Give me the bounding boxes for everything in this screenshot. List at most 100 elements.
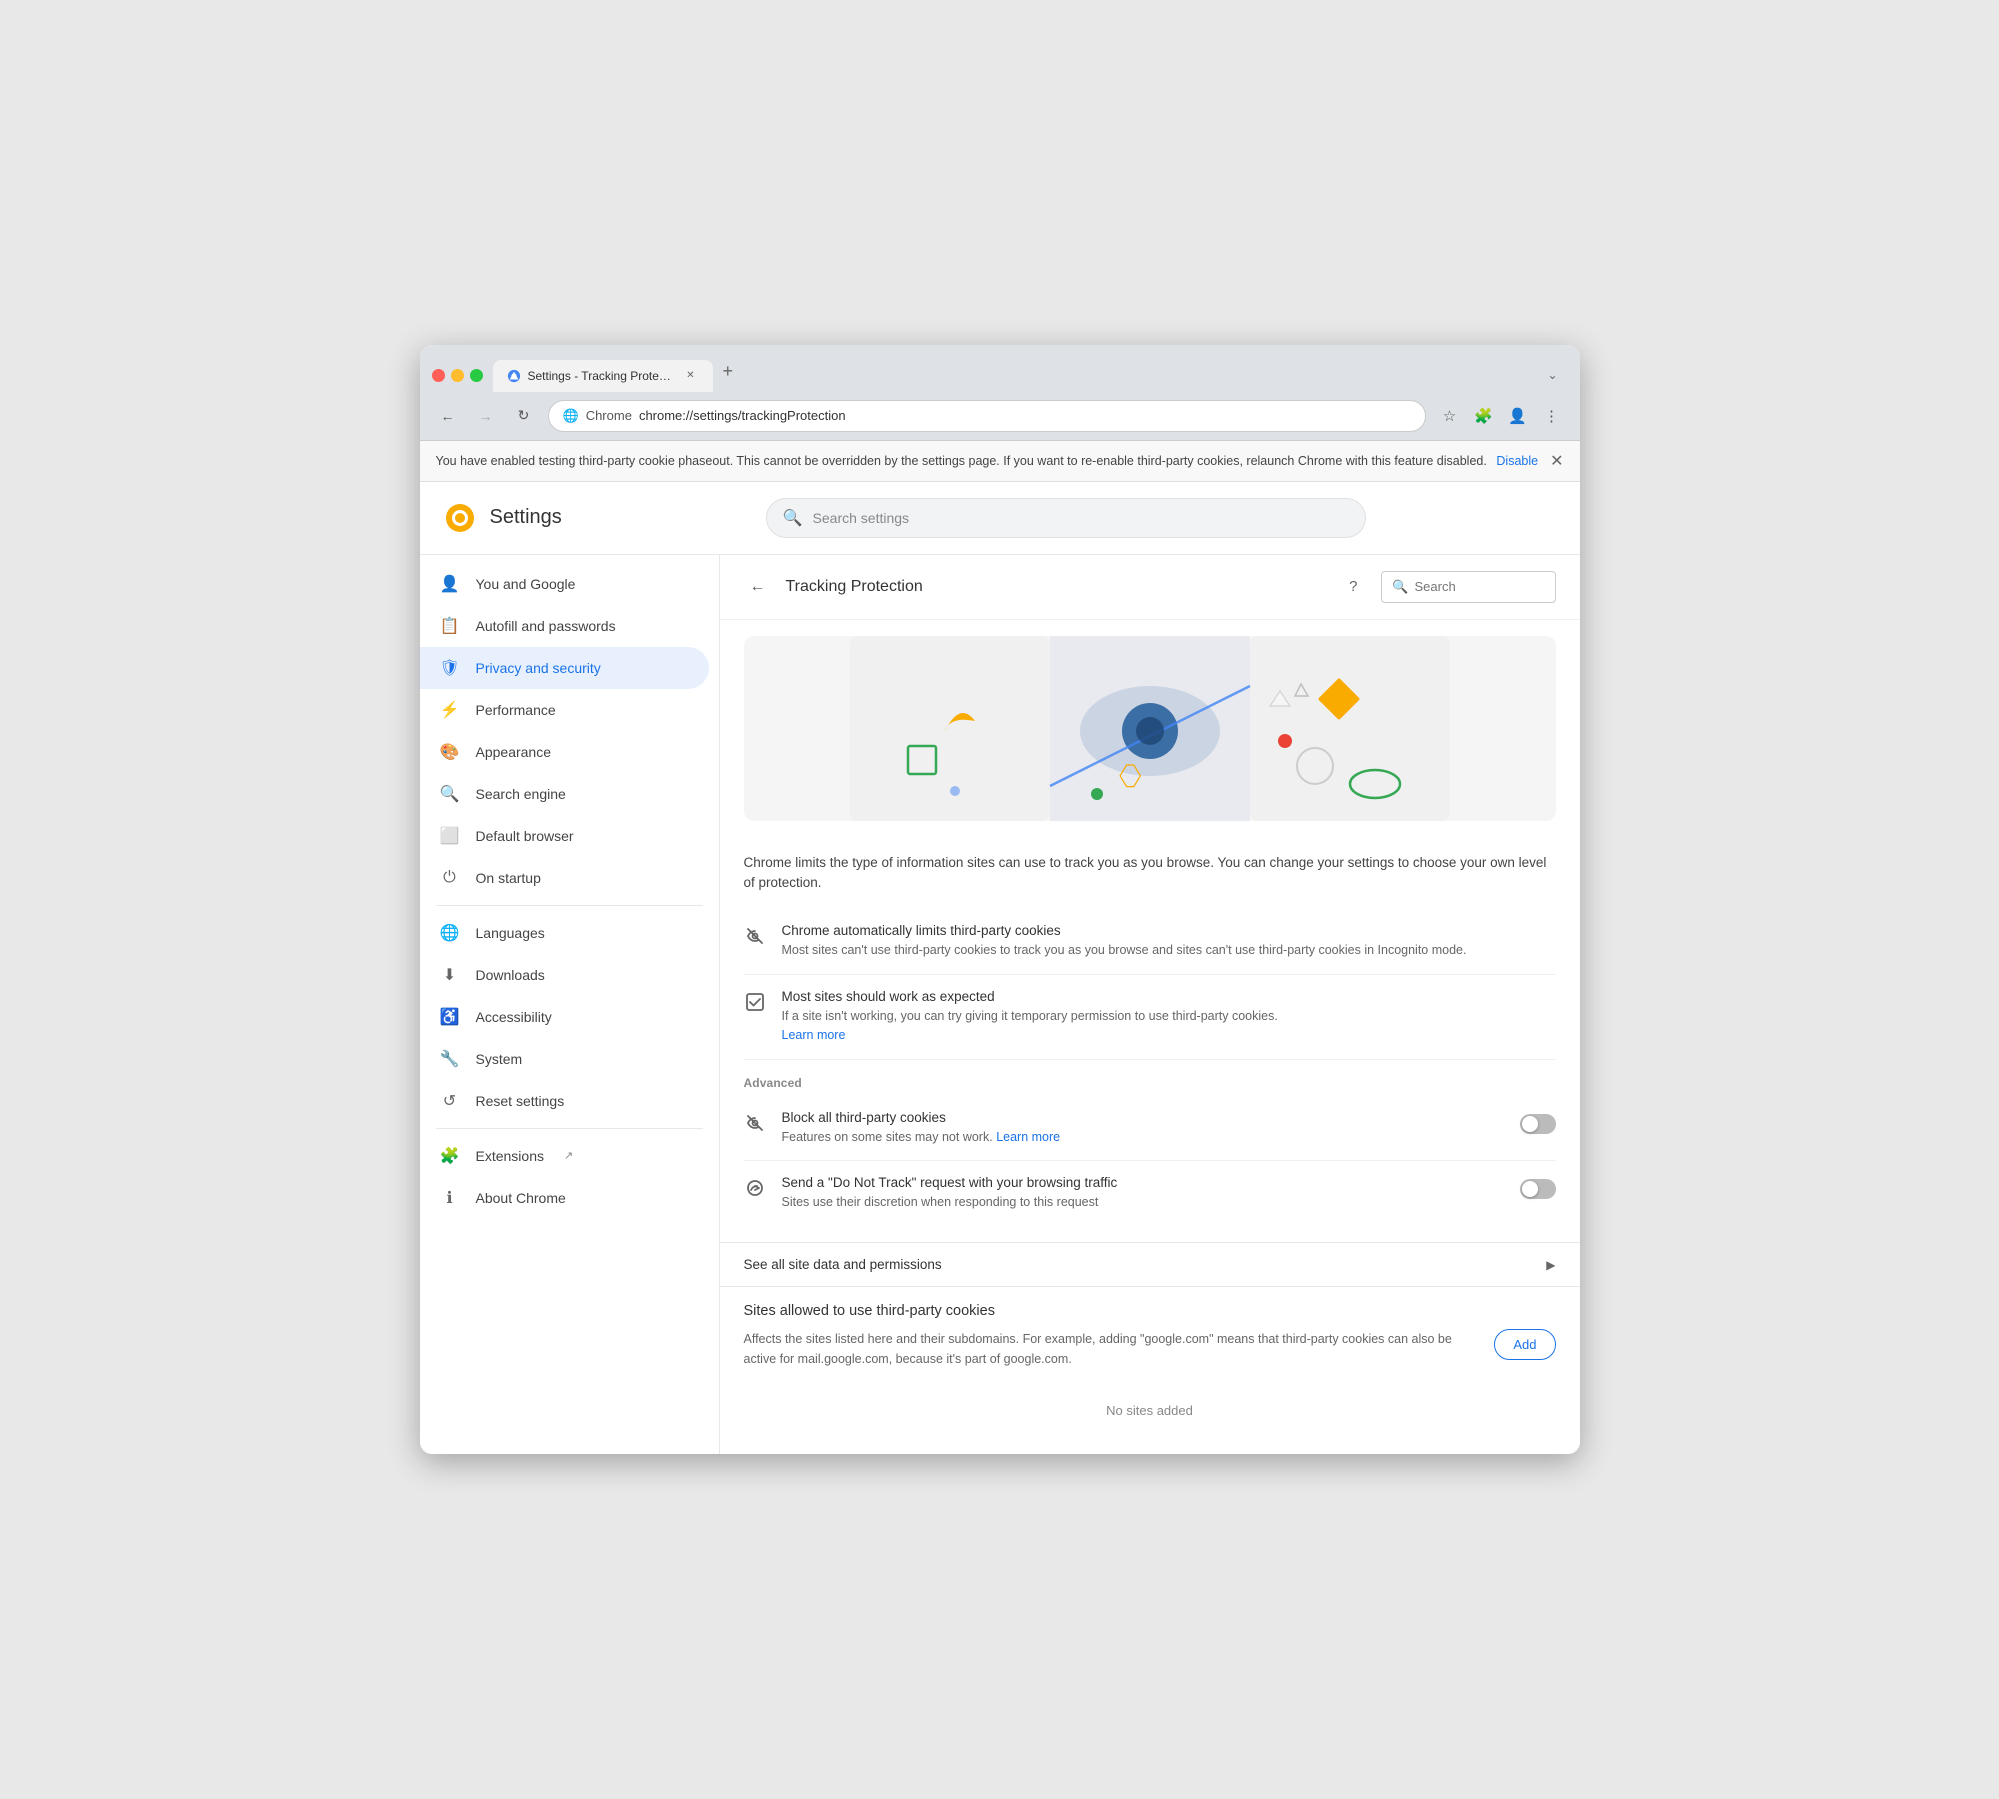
sidebar-divider-2 xyxy=(436,1128,703,1129)
sidebar-divider-1 xyxy=(436,905,703,906)
sidebar-label-languages: Languages xyxy=(476,925,545,941)
sites-header-row: Affects the sites listed here and their … xyxy=(744,1329,1556,1383)
panel-search-input[interactable] xyxy=(1415,579,1545,594)
settings-title: Settings xyxy=(490,506,562,529)
sidebar-item-about[interactable]: ℹ About Chrome xyxy=(420,1177,709,1219)
sidebar-item-you-and-google[interactable]: 👤 You and Google xyxy=(420,563,709,605)
search-engine-icon: 🔍 xyxy=(440,784,460,804)
address-url: chrome://settings/trackingProtection xyxy=(639,408,846,423)
sidebar-item-autofill[interactable]: 📋 Autofill and passwords xyxy=(420,605,709,647)
about-icon: ℹ xyxy=(440,1188,460,1208)
new-tab-button[interactable]: + xyxy=(713,355,744,392)
sidebar-label-appearance: Appearance xyxy=(476,744,552,760)
advanced-section-label: Advanced xyxy=(744,1060,1556,1096)
tab-overflow-button[interactable]: ⌄ xyxy=(1537,362,1567,392)
title-bar: Settings - Tracking Protectio... ✕ + ⌄ xyxy=(420,345,1580,392)
info-bar: You have enabled testing third-party coo… xyxy=(420,441,1580,482)
block-all-title: Block all third-party cookies xyxy=(782,1110,1504,1125)
search-icon: 🔍 xyxy=(783,508,803,528)
address-brand: Chrome xyxy=(586,408,632,423)
tab-close-icon[interactable]: ✕ xyxy=(683,368,699,384)
panel-search-icon: 🔍 xyxy=(1392,579,1408,595)
see-all-site-data-label: See all site data and permissions xyxy=(744,1257,1547,1272)
add-site-button[interactable]: Add xyxy=(1494,1329,1555,1360)
dnt-desc: Sites use their discretion when respondi… xyxy=(782,1193,1504,1212)
dnt-toggle[interactable] xyxy=(1520,1179,1556,1199)
sidebar-item-system[interactable]: 🔧 System xyxy=(420,1038,709,1080)
sidebar-item-performance[interactable]: ⚡ Performance xyxy=(420,689,709,731)
see-all-site-data-row[interactable]: See all site data and permissions ▶ xyxy=(720,1242,1580,1287)
setting-row-block-all: Block all third-party cookies Features o… xyxy=(744,1096,1556,1162)
profile-button[interactable]: 👤 xyxy=(1504,402,1532,430)
sidebar-label-autofill: Autofill and passwords xyxy=(476,618,616,634)
block-all-toggle[interactable] xyxy=(1520,1114,1556,1134)
settings-body: Settings 🔍 👤 You and Google 📋 Autofill a… xyxy=(420,482,1580,1454)
learn-more-link-2[interactable]: Learn more xyxy=(996,1130,1060,1144)
sidebar-item-downloads[interactable]: ⬇ Downloads xyxy=(420,954,709,996)
settings-content: 👤 You and Google 📋 Autofill and password… xyxy=(420,555,1580,1454)
toolbar: ← → ↻ 🌐 Chrome chrome://settings/trackin… xyxy=(420,392,1580,441)
sidebar-item-default-browser[interactable]: ⬜ Default browser xyxy=(420,815,709,857)
reload-button[interactable]: ↻ xyxy=(510,402,538,430)
languages-icon: 🌐 xyxy=(440,923,460,943)
panel-help-button[interactable]: ? xyxy=(1339,573,1367,601)
panel-header: ← Tracking Protection ? 🔍 xyxy=(720,555,1580,620)
sidebar-item-languages[interactable]: 🌐 Languages xyxy=(420,912,709,954)
sidebar-item-extensions[interactable]: 🧩 Extensions ↗ xyxy=(420,1135,709,1177)
minimize-button[interactable] xyxy=(451,369,464,382)
reset-icon: ↺ xyxy=(440,1091,460,1111)
sidebar-item-on-startup[interactable]: ⏻ On startup xyxy=(420,857,709,899)
sidebar-item-privacy[interactable]: 🛡 Privacy and security xyxy=(420,647,709,689)
block-all-text: Block all third-party cookies Features o… xyxy=(782,1110,1504,1147)
auto-limit-desc: Most sites can't use third-party cookies… xyxy=(782,941,1556,960)
extensions-button[interactable]: 🧩 xyxy=(1470,402,1498,430)
sidebar-label-on-startup: On startup xyxy=(476,870,541,886)
sidebar-item-search-engine[interactable]: 🔍 Search engine xyxy=(420,773,709,815)
toolbar-actions: ☆ 🧩 👤 ⋮ xyxy=(1436,402,1566,430)
sites-desc-block: Affects the sites listed here and their … xyxy=(744,1329,1475,1383)
sidebar-label-privacy: Privacy and security xyxy=(476,660,601,676)
back-button[interactable]: ← xyxy=(434,402,462,430)
maximize-button[interactable] xyxy=(470,369,483,382)
sidebar-label-performance: Performance xyxy=(476,702,556,718)
shield-icon: 🛡 xyxy=(440,658,460,678)
bookmark-button[interactable]: ☆ xyxy=(1436,402,1464,430)
panel-title: Tracking Protection xyxy=(786,578,1326,596)
sidebar-label-reset: Reset settings xyxy=(476,1093,565,1109)
no-sites-label: No sites added xyxy=(744,1383,1556,1438)
info-bar-disable-link[interactable]: Disable xyxy=(1496,454,1538,468)
address-bar[interactable]: 🌐 Chrome chrome://settings/trackingProte… xyxy=(548,400,1426,432)
chrome-icon: 🌐 xyxy=(563,408,579,424)
tab-bar: Settings - Tracking Protectio... ✕ + ⌄ xyxy=(493,355,1568,392)
sidebar-item-accessibility[interactable]: ♿ Accessibility xyxy=(420,996,709,1038)
sidebar-item-appearance[interactable]: 🎨 Appearance xyxy=(420,731,709,773)
close-button[interactable] xyxy=(432,369,445,382)
checkbox-icon xyxy=(744,991,766,1013)
auto-limit-title: Chrome automatically limits third-party … xyxy=(782,923,1556,938)
menu-button[interactable]: ⋮ xyxy=(1538,402,1566,430)
sites-work-desc: If a site isn't working, you can try giv… xyxy=(782,1007,1556,1045)
autofill-icon: 📋 xyxy=(440,616,460,636)
learn-more-link-1[interactable]: Learn more xyxy=(782,1028,846,1042)
dnt-text: Send a "Do Not Track" request with your … xyxy=(782,1175,1504,1212)
dnt-title: Send a "Do Not Track" request with your … xyxy=(782,1175,1504,1190)
settings-search-input[interactable] xyxy=(813,510,1349,526)
panel-back-button[interactable]: ← xyxy=(744,573,772,601)
eye-off-icon-1 xyxy=(744,925,766,947)
forward-button[interactable]: → xyxy=(472,402,500,430)
sites-section-title: Sites allowed to use third-party cookies xyxy=(744,1303,1556,1319)
sidebar-label-search-engine: Search engine xyxy=(476,786,566,802)
extensions-sidebar-icon: 🧩 xyxy=(440,1146,460,1166)
info-bar-close-button[interactable]: ✕ xyxy=(1550,451,1563,471)
hero-illustration xyxy=(744,636,1556,821)
sidebar: 👤 You and Google 📋 Autofill and password… xyxy=(420,555,720,1454)
settings-search-bar[interactable]: 🔍 xyxy=(766,498,1366,538)
sidebar-item-reset[interactable]: ↺ Reset settings xyxy=(420,1080,709,1122)
active-tab[interactable]: Settings - Tracking Protectio... ✕ xyxy=(493,360,713,392)
description-section: Chrome limits the type of information si… xyxy=(720,837,1580,1242)
downloads-icon: ⬇ xyxy=(440,965,460,985)
auto-limit-text: Chrome automatically limits third-party … xyxy=(782,923,1556,960)
panel-search-bar[interactable]: 🔍 xyxy=(1381,571,1555,603)
setting-row-sites-work: Most sites should work as expected If a … xyxy=(744,975,1556,1060)
tracking-protection-illustration xyxy=(744,636,1556,821)
